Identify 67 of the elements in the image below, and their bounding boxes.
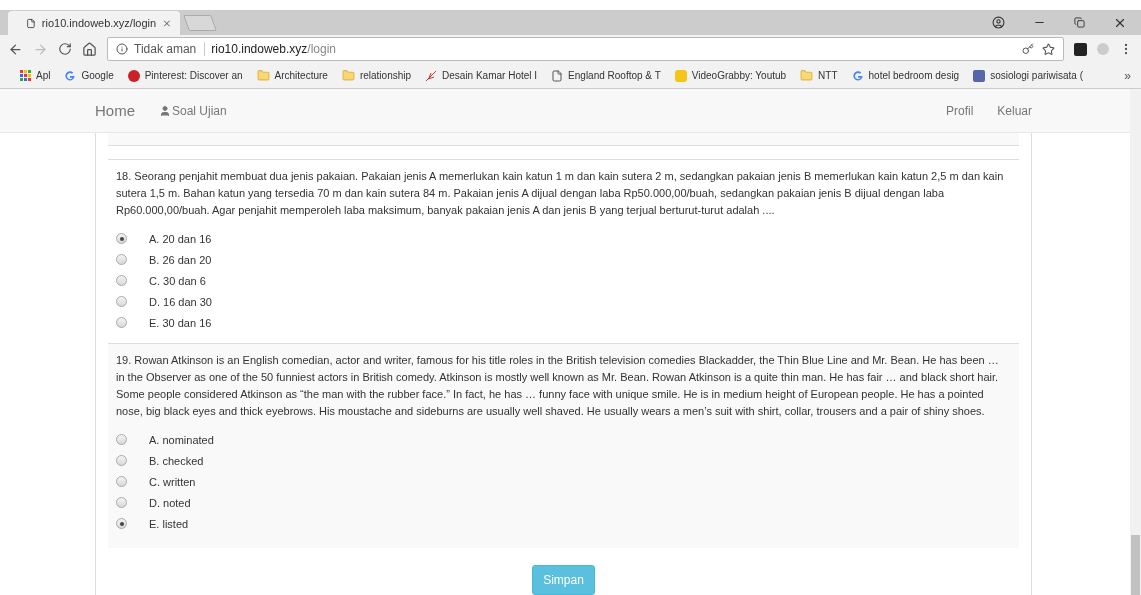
bookmark-link[interactable]: sosiologi pariwisata ( <box>990 70 1083 81</box>
radio-button[interactable] <box>116 518 127 529</box>
bookmark-link[interactable]: VideoGrabby: Youtub <box>691 70 787 81</box>
option-label: B. checked <box>149 454 204 467</box>
page-icon <box>26 17 36 29</box>
nav-link[interactable]: Soal Ujian <box>159 103 227 118</box>
option-label: A. 20 dan 16 <box>149 232 212 245</box>
user-icon <box>159 104 171 117</box>
bookmark-link[interactable]: Apl <box>36 70 51 81</box>
option-label: C. 30 dan 6 <box>149 274 206 287</box>
pinterest-icon <box>127 69 140 82</box>
url-host: rio10.indoweb.xyz <box>211 42 308 56</box>
radio-button[interactable] <box>116 434 127 445</box>
profile-icon[interactable] <box>992 16 1005 29</box>
bookmark-link[interactable]: NTT <box>818 70 838 81</box>
google-g-icon <box>851 69 864 82</box>
folder-icon <box>341 69 355 82</box>
restore-icon[interactable] <box>1074 17 1085 28</box>
bookmark-link[interactable]: Desain Kamar Hotel I <box>442 70 538 81</box>
bookmark-link[interactable]: hotel bedroom desig <box>868 70 960 81</box>
home-icon[interactable] <box>82 41 97 57</box>
bookmark-link[interactable]: relationship <box>359 70 412 81</box>
radio-button[interactable] <box>116 497 127 508</box>
radio-button[interactable] <box>116 254 127 265</box>
bookmark-link[interactable]: Google <box>81 70 114 81</box>
info-icon <box>116 43 128 55</box>
hand-icon <box>674 69 687 82</box>
bookmark-link[interactable]: Pinterest: Discover an <box>144 70 243 81</box>
google-g-icon <box>64 69 77 82</box>
option-label: E. listed <box>149 517 189 530</box>
security-label: Tidak aman <box>134 42 206 56</box>
folder-icon <box>800 69 814 82</box>
feather-icon <box>425 69 438 82</box>
bookmark-link[interactable]: Architecture <box>274 70 328 81</box>
tab-title: rio10.indoweb.xyz/login <box>41 17 157 29</box>
more-bookmarks[interactable]: » <box>1124 68 1131 83</box>
star-icon[interactable] <box>1042 42 1055 56</box>
nav-link[interactable]: Keluar <box>997 103 1032 118</box>
folder-icon <box>256 69 270 82</box>
page-icon <box>551 69 564 82</box>
avatar-icon <box>973 69 986 82</box>
address-bar[interactable]: Tidak aman rio10.indoweb.xyz/login <box>107 37 1064 61</box>
radio-button[interactable] <box>116 275 127 286</box>
option-label: C. written <box>149 475 196 488</box>
bookmark-link[interactable]: England Rooftop & T <box>568 70 661 81</box>
option-label: D. 16 dan 30 <box>149 295 212 308</box>
apps-grid-icon <box>20 70 31 81</box>
option-label: E. 30 dan 16 <box>149 316 212 329</box>
radio-button[interactable] <box>116 233 127 244</box>
extension-icon[interactable] <box>1074 42 1087 56</box>
option-label: A. nominated <box>149 433 214 446</box>
radio-button[interactable] <box>116 317 127 328</box>
question-text: 18. Seorang penjahit membuat dua jenis pakaian. Pakaian jenis A memerlukan kain katun 1 m dan kain sutera 2 m, sedangkan pakaian jenis B memerlukan kain katun 2,5 m dan kain sutera 1,5 m. Bahan katun yang tersedia 70 m dan kain sutera 84 m. Pakaian jenis A dijual dengan laba Rp50.000,00/buah, sedangkan pakaian jenis B dijual dengan laba Rp60.000,00/buah. Agar penjahit memperoleh laba maksimum, banyak pakaian jenis A dan jenis B yang terjual berturut-turut adalah .... <box>116 169 1005 218</box>
reload-icon[interactable] <box>58 42 72 56</box>
back-icon[interactable] <box>8 41 23 57</box>
radio-button[interactable] <box>116 455 127 466</box>
radio-button[interactable] <box>116 296 127 307</box>
key-icon[interactable] <box>1022 42 1034 55</box>
nav-link[interactable]: Profil <box>945 103 974 118</box>
url-path: /login <box>307 42 336 56</box>
option-label: B. 26 dan 20 <box>149 253 212 266</box>
radio-button[interactable] <box>116 476 127 487</box>
browser-tab[interactable]: rio10.indoweb.xyz/login <box>8 11 180 35</box>
question-text: 19. Rowan Atkinson is an English comedian, actor and writer, famous for his title roles in the British television comedies Blackadder, the Thin Blue Line and Mr. Bean. He has been … in the Observer as one of the 50 funniest actors in British comedy. Atkinson is mostly well known as Mr. Bean. Rowan Atkinson is a quite thin man. He has fair … and black short hair. Some people considered Atkinson as “the man with the rubber face.” In fact, he has … funny face with unique smile. He is in medium height of European people. He has a pointed nose, big black eyes and thick eyebrows. His moustache and sideburns are usually well shaved. He usually wears a men’s suit with shirt, collar, trousers and a pair of shiny shoes. <box>116 353 1000 419</box>
nav-brand[interactable]: Home <box>95 102 135 119</box>
option-label: D. noted <box>149 496 191 509</box>
scrollbar[interactable] <box>1130 89 1141 595</box>
